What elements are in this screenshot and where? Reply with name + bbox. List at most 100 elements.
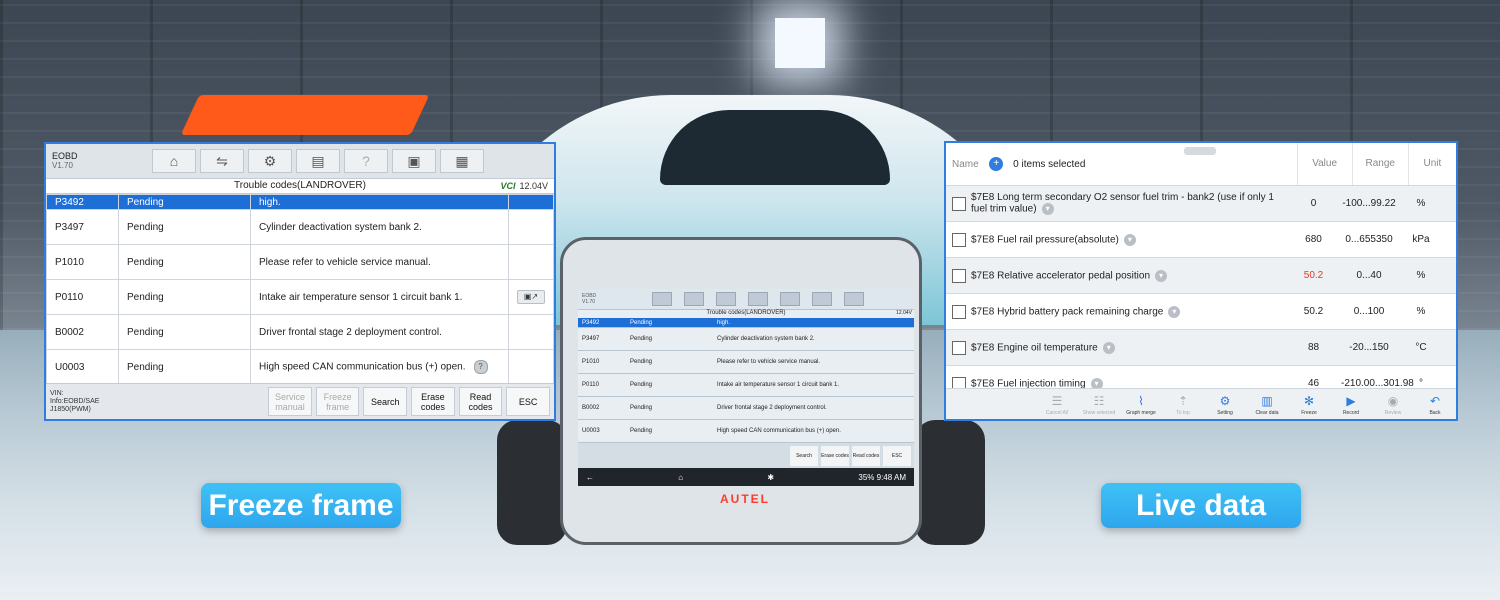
tablet-app-label: EOBD V1.70 bbox=[582, 293, 597, 305]
drag-handle[interactable] bbox=[1184, 147, 1216, 155]
live-data-toolbar: ☰ Cancel All ☷ Show selected ⌇ Graph merge … bbox=[946, 388, 1456, 419]
table-row[interactable]: P1010 Pending Please refer to vehicle serv… bbox=[578, 351, 914, 374]
row-checkbox[interactable] bbox=[952, 268, 966, 283]
parameter-name: $7E8 Hybrid battery pack remaining charg… bbox=[971, 305, 1286, 318]
freeze-frame-button[interactable]: Freeze frame bbox=[315, 387, 360, 416]
parameter-value: 50.2 bbox=[1303, 306, 1324, 317]
add-icon[interactable]: + bbox=[989, 157, 1004, 171]
freeze-button[interactable]: ✻ Freeze bbox=[1288, 394, 1330, 419]
list-item[interactable]: $7E8 Fuel rail pressure(absolute) ▾ 680 0… bbox=[946, 222, 1456, 258]
selected-count: 0 items selected bbox=[1013, 158, 1086, 170]
dtc-action-cell bbox=[508, 244, 554, 280]
save-icon[interactable] bbox=[812, 292, 832, 306]
home-icon[interactable]: ⌂ bbox=[152, 149, 196, 173]
to-top-button[interactable]: ⇡ To top bbox=[1162, 394, 1204, 419]
message-icon[interactable] bbox=[844, 292, 864, 306]
gear-icon[interactable]: ⚙ bbox=[248, 149, 292, 173]
help-icon[interactable] bbox=[780, 292, 800, 306]
back-icon[interactable]: ← bbox=[586, 473, 594, 482]
esc-button[interactable]: ESC bbox=[506, 387, 550, 416]
car-lift-icon[interactable] bbox=[684, 292, 704, 306]
parameter-range: -20...150 bbox=[1349, 342, 1389, 353]
range-column-header: Range bbox=[1351, 143, 1408, 185]
home-icon[interactable]: ⌂ bbox=[678, 473, 683, 482]
unit-column-header: Unit bbox=[1407, 143, 1456, 185]
search-button[interactable]: Search bbox=[363, 387, 408, 416]
table-row[interactable]: U0003 Pending High speed CAN communication… bbox=[578, 420, 914, 443]
table-row[interactable]: P1010 Pending Please refer to vehicle se… bbox=[46, 244, 554, 280]
setting-button[interactable]: ⚙ Setting bbox=[1204, 394, 1246, 419]
save-icon[interactable]: ▣ bbox=[392, 149, 436, 173]
expand-icon[interactable]: ▾ bbox=[1155, 269, 1167, 282]
expand-icon[interactable]: ▾ bbox=[1102, 341, 1115, 354]
home-icon[interactable] bbox=[652, 292, 672, 306]
table-row[interactable]: B0002 Pending Driver frontal stage 2 dep… bbox=[46, 314, 554, 350]
table-row[interactable]: P3497 Pending Cylinder deactivation system… bbox=[578, 328, 914, 351]
row-checkbox[interactable] bbox=[952, 196, 966, 211]
ceiling-light bbox=[775, 18, 825, 68]
clear-data-button[interactable]: ▥ Clear data bbox=[1246, 394, 1288, 419]
parameter-name: $7E8 Engine oil temperature ▾ bbox=[971, 341, 1286, 354]
read-codes-button[interactable]: Read codes bbox=[458, 387, 503, 416]
trouble-codes-panel: EOBD V1.70 ⌂ ⇋ ⚙ ▤ ? ▣ ▦ Trouble codes(LA… bbox=[44, 142, 556, 421]
expand-icon[interactable]: ▾ bbox=[1041, 203, 1054, 215]
search-button[interactable]: Search bbox=[790, 446, 818, 466]
erase-codes-button[interactable]: Erase codes bbox=[821, 446, 849, 466]
battery-voltage: 12.04V bbox=[519, 181, 548, 191]
expand-icon[interactable]: ▾ bbox=[1123, 233, 1136, 246]
list-item[interactable]: $7E8 Relative accelerator pedal position… bbox=[946, 258, 1456, 294]
cancel-all-icon: ☰ bbox=[1051, 394, 1063, 408]
read-codes-button[interactable]: Read codes bbox=[852, 446, 880, 466]
value-column-header: Value bbox=[1296, 143, 1352, 185]
printer-icon[interactable] bbox=[748, 292, 768, 306]
list-item[interactable]: $7E8 Hybrid battery pack remaining charg… bbox=[946, 294, 1456, 330]
table-row[interactable]: U0003 Pending High speed CAN communicati… bbox=[46, 349, 554, 385]
freeze-frame-icon[interactable]: ▣↗ bbox=[517, 290, 545, 304]
help-icon[interactable]: ? bbox=[473, 360, 488, 374]
printer-icon[interactable]: ▤ bbox=[296, 149, 340, 173]
settings-icon[interactable]: ✱ bbox=[767, 473, 774, 482]
table-row[interactable]: P3492 Pending high. bbox=[578, 318, 914, 328]
graph-merge-button[interactable]: ⌇ Graph merge bbox=[1120, 394, 1162, 419]
dtc-status: Pending bbox=[118, 209, 251, 245]
parameter-name: $7E8 Long term secondary O2 sensor fuel … bbox=[971, 192, 1274, 215]
service-manual-button[interactable]: Service manual bbox=[268, 387, 312, 416]
help-icon[interactable]: ? bbox=[344, 149, 388, 173]
freeze-frame-caption: Freeze frame bbox=[201, 483, 401, 528]
table-row[interactable]: P3492 Pending high. bbox=[46, 194, 554, 210]
expand-icon[interactable]: ▾ bbox=[1168, 305, 1181, 318]
list-item[interactable]: $7E8 Engine oil temperature ▾ 88 -20...15… bbox=[946, 330, 1456, 366]
show-selected-button[interactable]: ☷ Show selected bbox=[1078, 394, 1120, 419]
list-item[interactable]: $7E8 Long term secondary O2 sensor fuel … bbox=[946, 186, 1456, 222]
car-lift-icon[interactable]: ⇋ bbox=[200, 149, 244, 173]
message-icon[interactable]: ▦ bbox=[440, 149, 484, 173]
toolbar-icons: ⌂ ⇋ ⚙ ▤ ? ▣ ▦ bbox=[152, 149, 488, 173]
parameter-unit: °C bbox=[1415, 342, 1427, 353]
row-checkbox[interactable] bbox=[952, 340, 966, 355]
parameter-unit: % bbox=[1416, 198, 1426, 209]
table-row[interactable]: P3497 Pending Cylinder deactivation syst… bbox=[46, 209, 554, 245]
table-row[interactable]: B0002 Pending Driver frontal stage 2 deplo… bbox=[578, 397, 914, 420]
record-button[interactable]: ▶ Record bbox=[1330, 394, 1372, 419]
parameter-unit: kPa bbox=[1412, 234, 1430, 245]
dtc-description: High speed CAN communication bus (+) ope… bbox=[250, 349, 509, 385]
page-title: Trouble codes(LANDROVER) bbox=[234, 180, 366, 191]
dtc-code: P3492 bbox=[46, 194, 119, 210]
back-button[interactable]: ↶ Back bbox=[1414, 394, 1456, 419]
row-checkbox[interactable] bbox=[952, 304, 966, 319]
dtc-action-cell bbox=[508, 209, 554, 245]
dtc-code: P1010 bbox=[46, 244, 119, 280]
live-data-header: Name + 0 items selected Value Range Unit bbox=[946, 143, 1456, 186]
gear-icon[interactable] bbox=[716, 292, 736, 306]
snowflake-icon: ✻ bbox=[1303, 394, 1315, 408]
cancel-all-button[interactable]: ☰ Cancel All bbox=[1036, 394, 1078, 419]
dtc-description: Intake air temperature sensor 1 circuit … bbox=[250, 279, 509, 315]
review-button[interactable]: ◉ Review bbox=[1372, 394, 1414, 419]
table-row[interactable]: P0110 Pending Intake air temperature sen… bbox=[46, 279, 554, 315]
esc-button[interactable]: ESC bbox=[883, 446, 911, 466]
table-row[interactable]: P0110 Pending Intake air temperature senso… bbox=[578, 374, 914, 397]
live-data-caption: Live data bbox=[1101, 483, 1301, 528]
trouble-codes-table: P3492 Pending high. P3497 Pending Cylind… bbox=[46, 194, 554, 385]
row-checkbox[interactable] bbox=[952, 232, 966, 247]
erase-codes-button[interactable]: Erase codes bbox=[411, 387, 455, 416]
